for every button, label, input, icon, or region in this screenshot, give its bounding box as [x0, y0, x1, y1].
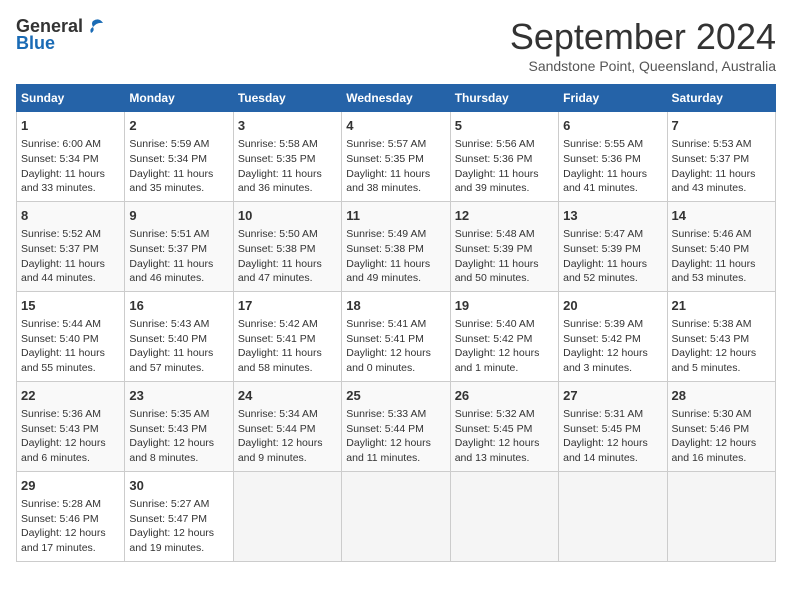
table-row: 18Sunrise: 5:41 AMSunset: 5:41 PMDayligh…	[342, 291, 450, 381]
table-row	[233, 471, 341, 561]
table-row	[342, 471, 450, 561]
logo-bird-icon	[83, 17, 105, 37]
table-row: 19Sunrise: 5:40 AMSunset: 5:42 PMDayligh…	[450, 291, 558, 381]
col-friday: Friday	[559, 85, 667, 112]
table-row: 8Sunrise: 5:52 AMSunset: 5:37 PMDaylight…	[17, 201, 125, 291]
calendar-table: Sunday Monday Tuesday Wednesday Thursday…	[16, 84, 776, 562]
title-block: September 2024 Sandstone Point, Queensla…	[510, 16, 776, 74]
table-row: 27Sunrise: 5:31 AMSunset: 5:45 PMDayligh…	[559, 381, 667, 471]
table-row: 14Sunrise: 5:46 AMSunset: 5:40 PMDayligh…	[667, 201, 775, 291]
page-header: General Blue September 2024 Sandstone Po…	[16, 16, 776, 74]
table-row: 13Sunrise: 5:47 AMSunset: 5:39 PMDayligh…	[559, 201, 667, 291]
calendar-week-4: 22Sunrise: 5:36 AMSunset: 5:43 PMDayligh…	[17, 381, 776, 471]
calendar-week-2: 8Sunrise: 5:52 AMSunset: 5:37 PMDaylight…	[17, 201, 776, 291]
col-sunday: Sunday	[17, 85, 125, 112]
table-row: 30Sunrise: 5:27 AMSunset: 5:47 PMDayligh…	[125, 471, 233, 561]
table-row: 6Sunrise: 5:55 AMSunset: 5:36 PMDaylight…	[559, 112, 667, 202]
table-row: 5Sunrise: 5:56 AMSunset: 5:36 PMDaylight…	[450, 112, 558, 202]
table-row: 12Sunrise: 5:48 AMSunset: 5:39 PMDayligh…	[450, 201, 558, 291]
table-row: 1Sunrise: 6:00 AMSunset: 5:34 PMDaylight…	[17, 112, 125, 202]
table-row: 3Sunrise: 5:58 AMSunset: 5:35 PMDaylight…	[233, 112, 341, 202]
month-title: September 2024	[510, 16, 776, 58]
table-row: 9Sunrise: 5:51 AMSunset: 5:37 PMDaylight…	[125, 201, 233, 291]
calendar-week-5: 29Sunrise: 5:28 AMSunset: 5:46 PMDayligh…	[17, 471, 776, 561]
table-row: 2Sunrise: 5:59 AMSunset: 5:34 PMDaylight…	[125, 112, 233, 202]
table-row: 29Sunrise: 5:28 AMSunset: 5:46 PMDayligh…	[17, 471, 125, 561]
col-monday: Monday	[125, 85, 233, 112]
table-row: 17Sunrise: 5:42 AMSunset: 5:41 PMDayligh…	[233, 291, 341, 381]
table-row: 10Sunrise: 5:50 AMSunset: 5:38 PMDayligh…	[233, 201, 341, 291]
table-row: 11Sunrise: 5:49 AMSunset: 5:38 PMDayligh…	[342, 201, 450, 291]
calendar-week-3: 15Sunrise: 5:44 AMSunset: 5:40 PMDayligh…	[17, 291, 776, 381]
col-thursday: Thursday	[450, 85, 558, 112]
col-wednesday: Wednesday	[342, 85, 450, 112]
table-row: 26Sunrise: 5:32 AMSunset: 5:45 PMDayligh…	[450, 381, 558, 471]
table-row: 28Sunrise: 5:30 AMSunset: 5:46 PMDayligh…	[667, 381, 775, 471]
table-row: 22Sunrise: 5:36 AMSunset: 5:43 PMDayligh…	[17, 381, 125, 471]
location: Sandstone Point, Queensland, Australia	[510, 58, 776, 74]
table-row: 7Sunrise: 5:53 AMSunset: 5:37 PMDaylight…	[667, 112, 775, 202]
table-row: 23Sunrise: 5:35 AMSunset: 5:43 PMDayligh…	[125, 381, 233, 471]
calendar-week-1: 1Sunrise: 6:00 AMSunset: 5:34 PMDaylight…	[17, 112, 776, 202]
table-row: 16Sunrise: 5:43 AMSunset: 5:40 PMDayligh…	[125, 291, 233, 381]
table-row: 25Sunrise: 5:33 AMSunset: 5:44 PMDayligh…	[342, 381, 450, 471]
logo: General Blue	[16, 16, 105, 54]
table-row	[559, 471, 667, 561]
col-saturday: Saturday	[667, 85, 775, 112]
table-row: 20Sunrise: 5:39 AMSunset: 5:42 PMDayligh…	[559, 291, 667, 381]
table-row	[450, 471, 558, 561]
table-row: 4Sunrise: 5:57 AMSunset: 5:35 PMDaylight…	[342, 112, 450, 202]
table-row: 21Sunrise: 5:38 AMSunset: 5:43 PMDayligh…	[667, 291, 775, 381]
col-tuesday: Tuesday	[233, 85, 341, 112]
table-row: 24Sunrise: 5:34 AMSunset: 5:44 PMDayligh…	[233, 381, 341, 471]
table-row	[667, 471, 775, 561]
calendar-header-row: Sunday Monday Tuesday Wednesday Thursday…	[17, 85, 776, 112]
table-row: 15Sunrise: 5:44 AMSunset: 5:40 PMDayligh…	[17, 291, 125, 381]
